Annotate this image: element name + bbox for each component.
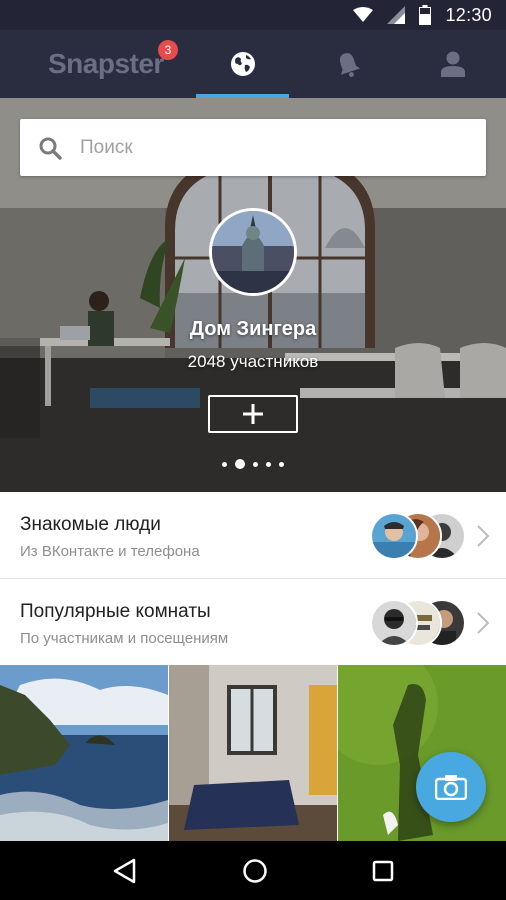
bell-icon (339, 53, 361, 77)
system-nav-bar (0, 841, 506, 900)
chevron-right-icon (477, 525, 490, 547)
photo-tile[interactable] (0, 665, 168, 841)
chevron-right-icon (477, 612, 490, 634)
battery-icon (419, 5, 432, 25)
room-pager (0, 459, 506, 469)
tab-profile[interactable] (401, 30, 506, 98)
notification-badge: 3 (158, 40, 178, 60)
globe-icon (230, 52, 255, 76)
search-field[interactable] (20, 119, 486, 176)
tab-logo[interactable]: Snapster 3 (0, 30, 190, 98)
pager-dot-active[interactable] (235, 459, 245, 469)
friends-row[interactable]: Знакомые люди Из ВКонтакте и телефона (0, 492, 506, 579)
home-icon[interactable] (242, 858, 268, 884)
app-logo: Snapster (48, 48, 164, 79)
room-hero[interactable]: Дом Зингера 2048 участников (0, 98, 506, 492)
friends-avatars (370, 512, 466, 560)
pager-dot[interactable] (266, 461, 271, 467)
wifi-icon (353, 7, 374, 22)
search-input[interactable] (80, 136, 440, 159)
row-subtitle: По участникам и посещениям (20, 630, 229, 647)
tab-explore[interactable] (190, 30, 295, 98)
camera-icon (435, 775, 467, 800)
camera-button[interactable] (416, 752, 486, 822)
top-nav: Snapster 3 (0, 30, 506, 98)
tab-notifications[interactable] (295, 30, 400, 98)
recents-icon[interactable] (372, 860, 394, 882)
row-title: Популярные комнаты (20, 601, 211, 622)
pager-dot[interactable] (222, 461, 227, 467)
rooms-avatars (370, 599, 466, 647)
pager-dot[interactable] (279, 461, 284, 467)
pager-dot[interactable] (253, 461, 258, 467)
join-room-button[interactable] (208, 395, 298, 433)
person-icon (441, 51, 466, 77)
back-icon[interactable] (112, 858, 138, 884)
bedroom-photo (169, 665, 337, 841)
avatar (370, 512, 418, 560)
room-title: Дом Зингера (189, 318, 317, 340)
clock: 12:30 (445, 4, 492, 25)
row-subtitle: Из ВКонтакте и телефона (20, 543, 200, 560)
popular-rooms-row[interactable]: Популярные комнаты По участникам и посещ… (0, 579, 506, 666)
grass-shadow-photo (338, 665, 506, 841)
room-member-count: 2048 участников (187, 352, 319, 371)
room-avatar-photo (212, 211, 294, 293)
photo-tile[interactable] (338, 665, 506, 841)
row-title: Знакомые люди (20, 514, 161, 535)
room-avatar (209, 208, 297, 296)
search-icon (39, 137, 62, 160)
status-bar: 12:30 (0, 0, 506, 30)
signal-icon (387, 6, 406, 24)
photo-tile[interactable] (169, 665, 337, 841)
avatar (370, 599, 418, 647)
plus-icon (243, 404, 263, 424)
sea-coast-photo (0, 665, 168, 841)
